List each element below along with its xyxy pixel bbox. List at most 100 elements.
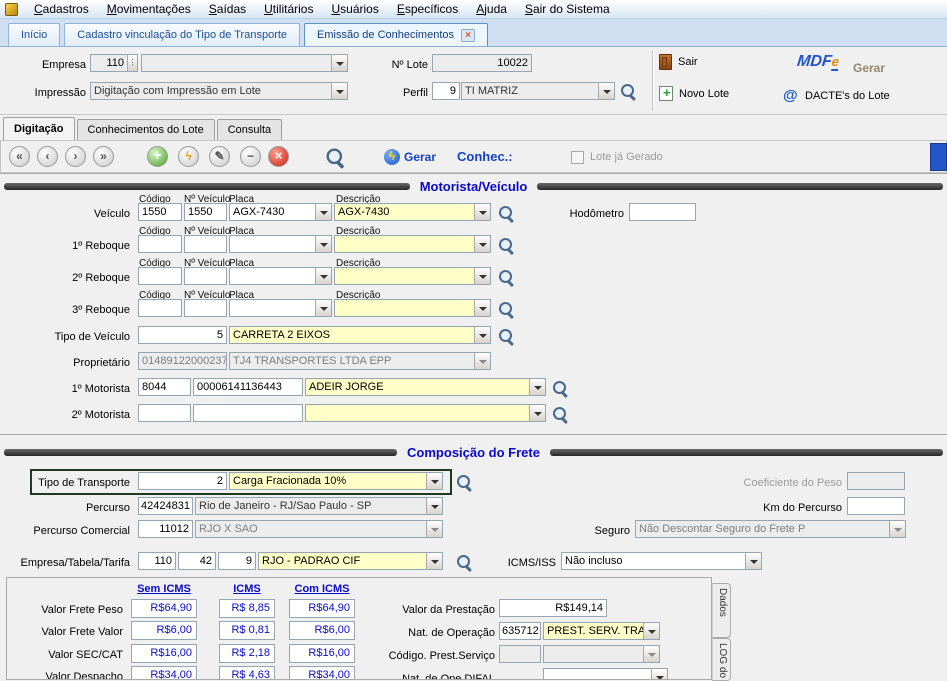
subtab-conhecimentos-do-lote[interactable]: Conhecimentos do Lote [77,119,215,140]
dropdown-button[interactable] [529,405,545,421]
empresa-field[interactable]: 110 [90,54,138,72]
post-lightning-button[interactable] [178,146,199,167]
motorista2-codigo-field[interactable] [138,404,191,422]
motorista1-documento-field[interactable]: 00006141136443 [193,378,303,396]
reboque1-codigo-field[interactable] [138,235,182,253]
tipo-transporte-combo[interactable]: Carga Fracionada 10% [229,472,443,490]
dropdown-button[interactable] [426,473,442,489]
reboque2-codigo-field[interactable] [138,267,182,285]
search-icon[interactable] [325,147,345,167]
cancel-x-button[interactable] [268,146,289,167]
motorista2-search-icon[interactable] [552,406,569,423]
dropdown-button[interactable] [426,553,442,569]
nat-operacao-combo[interactable]: PREST. SERV. TRANS [543,622,660,640]
veiculo-codigo-field[interactable]: 1550 [138,203,182,221]
gerar-button[interactable]: Gerar [404,150,436,164]
add-button[interactable] [147,146,168,167]
percurso-codigo-field[interactable]: 42424831 [138,497,193,515]
percurso-comercial-codigo-field[interactable]: 11012 [138,520,193,538]
perfil-code-field[interactable]: 9 [432,82,460,100]
motorista1-codigo-field[interactable]: 8044 [138,378,191,396]
dropdown-button[interactable] [529,379,545,395]
dropdown-button[interactable] [474,236,490,252]
lote-ja-gerado-checkbox[interactable] [571,151,584,164]
reboque2-placa-combo[interactable] [229,267,332,285]
dropdown-button[interactable] [315,204,331,220]
tab-inicio[interactable]: Início [8,23,60,46]
menu-sair-do-sistema[interactable]: Sair do Sistema [516,0,619,18]
percurso-combo[interactable]: Rio de Janeiro - RJ/Sao Paulo - SP [195,497,443,515]
reboque2-descricao-combo[interactable] [334,267,491,285]
impressao-combo[interactable]: Digitação com Impressão em Lote [90,82,348,100]
sair-button[interactable]: Sair [659,54,698,70]
dropdown-button[interactable] [315,268,331,284]
dropdown-button[interactable] [331,55,347,71]
reboque3-numero-field[interactable] [184,299,227,317]
reboque2-search-icon[interactable] [498,269,515,286]
dropdown-button[interactable] [745,553,761,569]
motorista1-combo[interactable]: ADEIR JORGE [305,378,546,396]
dropdown-button[interactable] [651,669,667,680]
menu-saidas[interactable]: Saídas [200,0,255,18]
reboque1-search-icon[interactable] [498,237,515,254]
dacte-button[interactable]: DACTE's do Lote [783,88,890,104]
tarifa-combo[interactable]: RJO - PADRAO CIF [258,552,443,570]
menu-especificos[interactable]: Específicos [388,0,467,18]
dropdown-button[interactable] [474,300,490,316]
perfil-search-icon[interactable] [620,83,637,100]
nat-ope-difal-combo[interactable] [543,668,668,680]
tarifa-empresa-field[interactable]: 110 [138,552,176,570]
motorista2-combo[interactable] [305,404,546,422]
reboque3-codigo-field[interactable] [138,299,182,317]
hodometro-field[interactable] [629,203,696,221]
veiculo-numero-field[interactable]: 1550 [184,203,227,221]
motorista2-documento-field[interactable] [193,404,303,422]
empresa-combo[interactable] [141,54,348,72]
dropdown-button[interactable] [474,268,490,284]
tab-close-icon[interactable] [461,29,475,42]
tipo-transporte-search-icon[interactable] [456,474,473,491]
veiculo-descricao-combo[interactable]: AGX-7430 [334,203,491,221]
menu-cadastros[interactable]: Cadastros [25,0,98,18]
icms-iss-combo[interactable]: Não incluso [561,552,762,570]
tab-cadastro-vinculacao[interactable]: Cadastro vinculação do Tipo de Transport… [64,23,300,46]
dropdown-button[interactable] [474,204,490,220]
first-record-button[interactable] [9,146,30,167]
novo-lote-button[interactable]: Novo Lote [659,86,729,101]
tarifa-tabela-field[interactable]: 42 [178,552,216,570]
next-record-button[interactable] [65,146,86,167]
reboque1-descricao-combo[interactable] [334,235,491,253]
dropdown-button[interactable] [315,300,331,316]
side-tab-dados[interactable]: Dados [712,583,731,638]
subtab-consulta[interactable]: Consulta [217,119,282,140]
tipo-veiculo-combo[interactable]: CARRETA 2 EIXOS [229,326,491,344]
veiculo-placa-combo[interactable]: AGX-7430 [229,203,332,221]
km-percurso-field[interactable] [847,497,905,515]
reboque3-placa-combo[interactable] [229,299,332,317]
tab-emissao-conhecimentos[interactable]: Emissão de Conhecimentos [304,23,488,46]
veiculo-search-icon[interactable] [498,205,515,222]
reboque1-placa-combo[interactable] [229,235,332,253]
menu-ajuda[interactable]: Ajuda [467,0,516,18]
motorista1-search-icon[interactable] [552,380,569,397]
gerar-mdfe-button[interactable]: Gerar [853,59,885,77]
last-record-button[interactable] [93,146,114,167]
dropdown-button[interactable] [426,498,442,514]
dropdown-button[interactable] [643,623,659,639]
prev-record-button[interactable] [37,146,58,167]
reboque3-descricao-combo[interactable] [334,299,491,317]
lote-field[interactable]: 10022 [432,54,532,72]
edit-pencil-button[interactable] [209,146,230,167]
side-tab-log[interactable]: LOG do C [712,638,731,681]
delete-minus-button[interactable] [240,146,261,167]
dropdown-button[interactable] [598,83,614,99]
dropdown-button[interactable] [474,327,490,343]
tipo-veiculo-search-icon[interactable] [498,328,515,345]
dropdown-button[interactable] [331,83,347,99]
menu-utilitarios[interactable]: Utilitários [255,0,322,18]
empresa-spin-button[interactable] [127,55,137,71]
toolbar-blue-panel[interactable] [930,143,947,171]
tipo-veiculo-codigo-field[interactable]: 5 [138,326,227,344]
reboque2-numero-field[interactable] [184,267,227,285]
reboque3-search-icon[interactable] [498,301,515,318]
